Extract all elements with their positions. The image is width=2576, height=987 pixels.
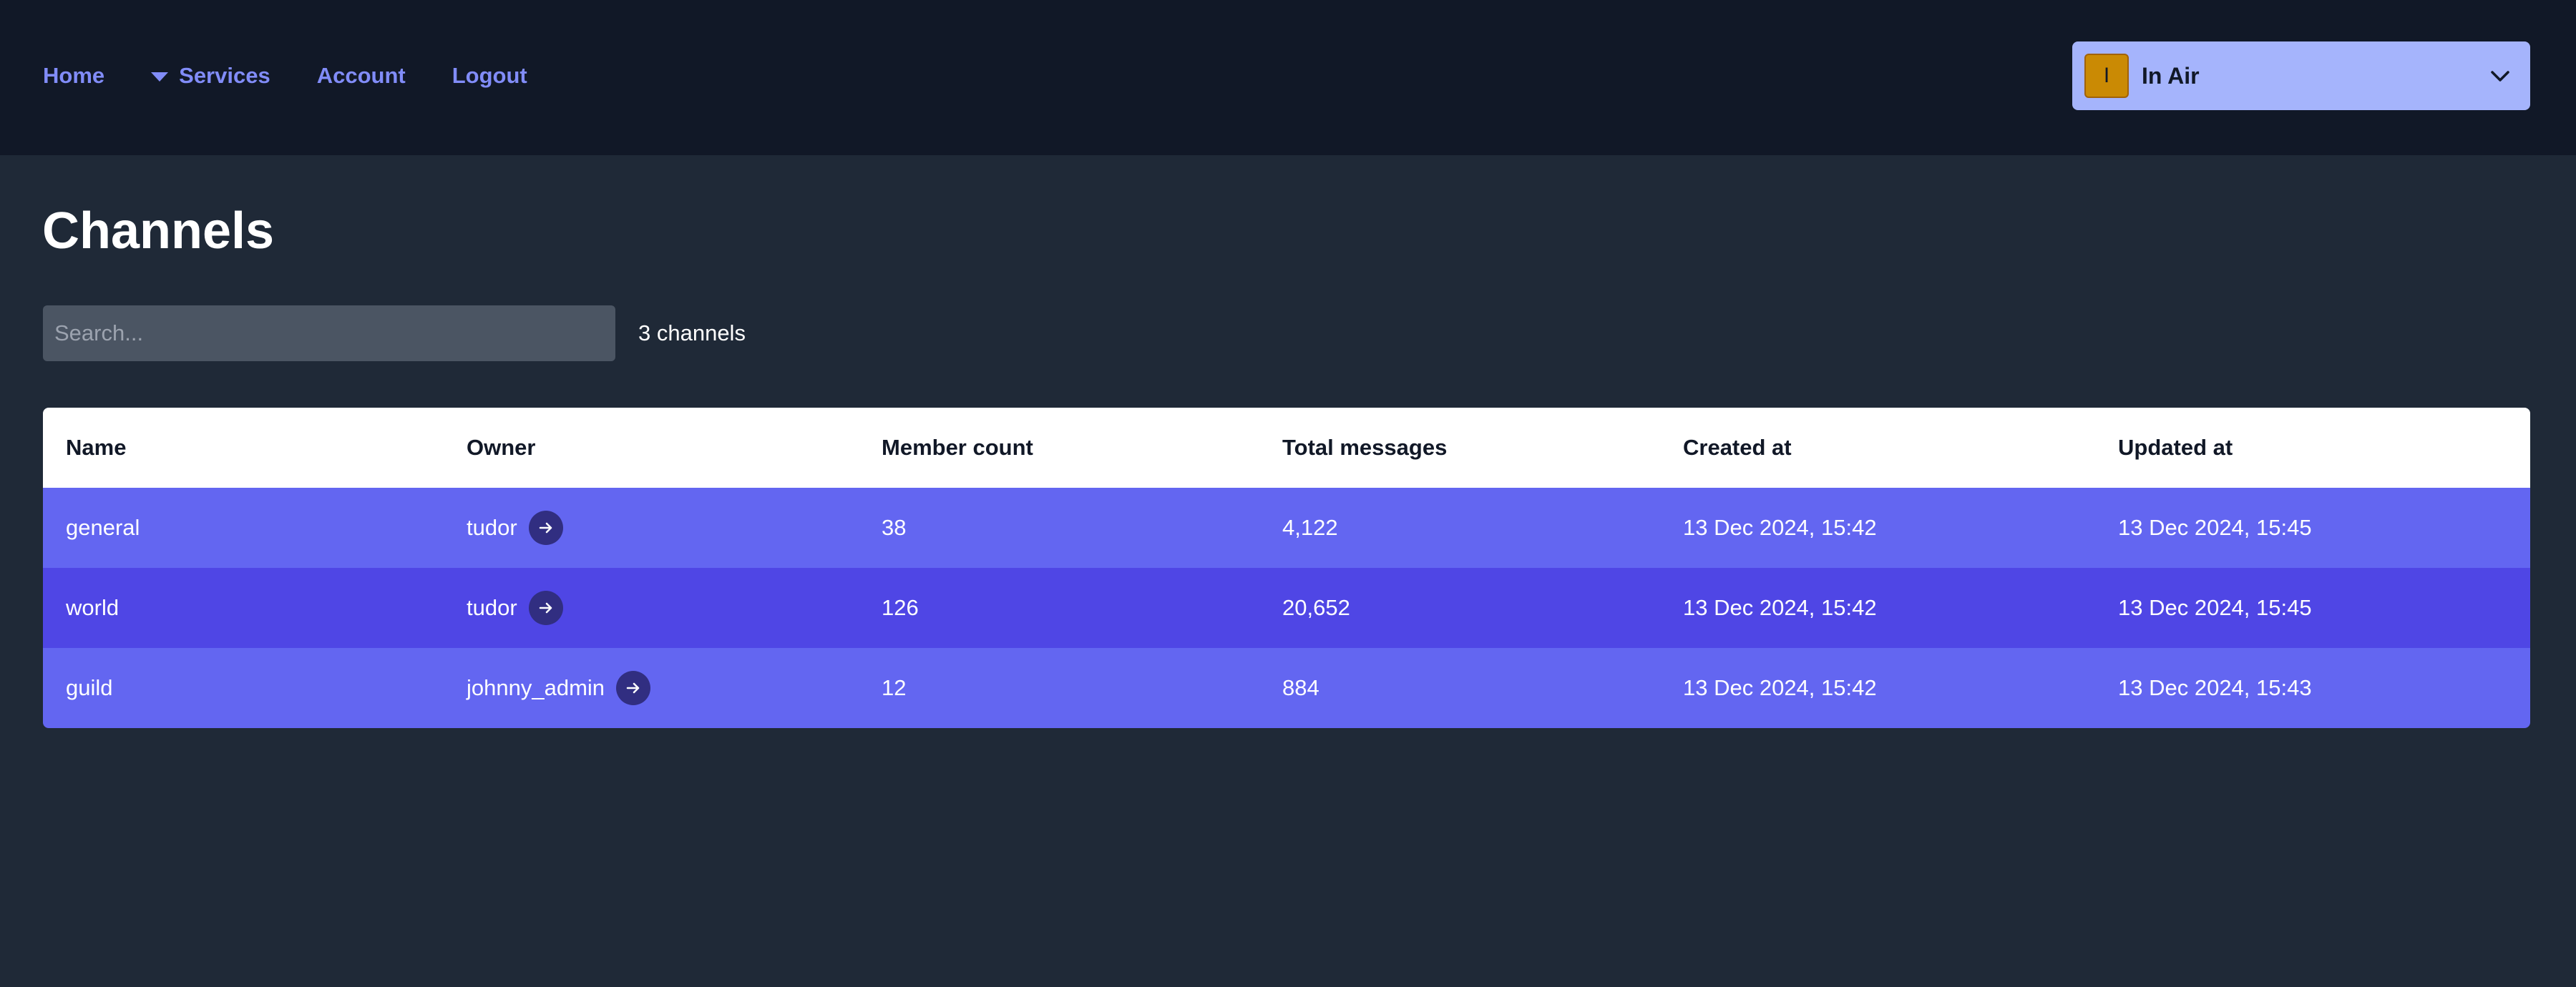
nav-link-logout-label: Logout xyxy=(452,63,527,88)
total-messages: 884 xyxy=(1282,675,1319,700)
nav-link-home-label: Home xyxy=(43,63,105,88)
nav-link-account-label: Account xyxy=(316,63,406,88)
updated-at: 13 Dec 2024, 15:43 xyxy=(2118,675,2312,700)
column-header-name[interactable]: Name xyxy=(66,435,126,461)
column-header-total-messages[interactable]: Total messages xyxy=(1282,435,1447,461)
workspace-name: In Air xyxy=(2142,62,2200,89)
column-header-member-count[interactable]: Member count xyxy=(882,435,1033,461)
column-header-owner[interactable]: Owner xyxy=(467,435,535,461)
created-at: 13 Dec 2024, 15:42 xyxy=(1683,595,1877,620)
table-row[interactable]: guild johnny_admin 12 884 13 Dec 2024, 1… xyxy=(43,648,2530,728)
member-count: 12 xyxy=(882,675,907,700)
member-count: 38 xyxy=(882,515,907,540)
created-at: 13 Dec 2024, 15:42 xyxy=(1683,675,1877,700)
channel-name: guild xyxy=(66,675,113,700)
nav-link-account[interactable]: Account xyxy=(317,63,406,89)
workspace-selector[interactable]: I In Air xyxy=(2072,41,2530,110)
channel-name: world xyxy=(66,595,119,620)
main-nav: Home Services Account Logout xyxy=(43,60,574,92)
arrow-right-icon xyxy=(539,602,552,614)
column-header-updated-at[interactable]: Updated at xyxy=(2118,435,2233,461)
owner-name: johnny_admin xyxy=(467,675,605,700)
owner-cell: johnny_admin xyxy=(467,671,651,705)
owner-name: tudor xyxy=(467,515,517,540)
chevron-down-icon xyxy=(2491,71,2509,82)
nav-link-logout[interactable]: Logout xyxy=(452,63,527,89)
total-messages: 4,122 xyxy=(1282,515,1338,540)
column-header-created-at[interactable]: Created at xyxy=(1683,435,1792,461)
page-title: Channels xyxy=(42,202,275,260)
updated-at: 13 Dec 2024, 15:45 xyxy=(2118,595,2312,620)
table-row[interactable]: general tudor 38 4,122 13 Dec 2024, 15:4… xyxy=(43,488,2530,568)
total-messages: 20,652 xyxy=(1282,595,1350,620)
workspace-avatar: I xyxy=(2084,54,2129,98)
search-input[interactable] xyxy=(43,305,615,361)
owner-link-button[interactable] xyxy=(528,591,563,625)
nav-link-home[interactable]: Home xyxy=(43,63,104,89)
table-header-row: Name Owner Member count Total messages C… xyxy=(43,408,2530,488)
created-at: 13 Dec 2024, 15:42 xyxy=(1683,515,1877,540)
updated-at: 13 Dec 2024, 15:45 xyxy=(2118,515,2312,540)
owner-cell: tudor xyxy=(467,511,563,545)
owner-name: tudor xyxy=(467,595,517,620)
arrow-right-icon xyxy=(539,522,552,534)
owner-cell: tudor xyxy=(467,591,563,625)
owner-link-button[interactable] xyxy=(528,511,563,545)
nav-link-services-label: Services xyxy=(179,63,270,88)
owner-link-button[interactable] xyxy=(616,671,651,705)
top-navigation-bar: Home Services Account Logout I In Air xyxy=(0,0,2576,155)
channel-count: 3 channels xyxy=(638,320,746,345)
table-row[interactable]: world tudor 126 20,652 13 Dec 2024, 15:4… xyxy=(43,568,2530,648)
channels-table: Name Owner Member count Total messages C… xyxy=(43,408,2530,728)
caret-down-icon xyxy=(151,72,169,82)
nav-link-services[interactable]: Services xyxy=(151,63,270,89)
channel-name: general xyxy=(66,515,140,540)
arrow-right-icon xyxy=(626,682,640,694)
member-count: 126 xyxy=(882,595,919,620)
